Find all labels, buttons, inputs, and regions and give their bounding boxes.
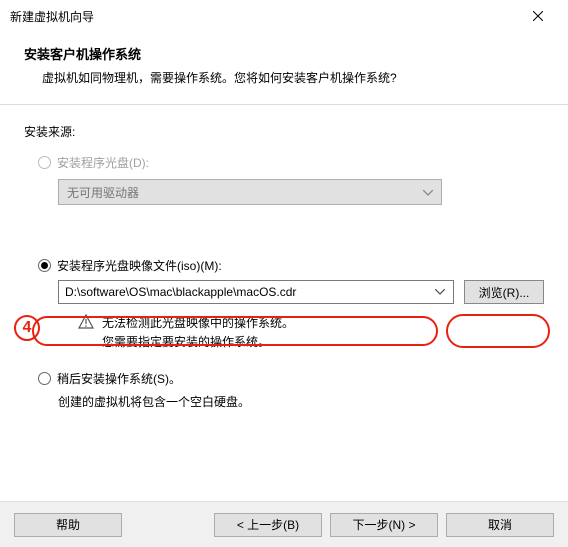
close-icon [533, 11, 543, 21]
radio-later-row[interactable]: 稍后安装操作系统(S)。 [38, 370, 544, 387]
browse-button[interactable]: 浏览(R)... [464, 280, 544, 304]
later-hint: 创建的虚拟机将包含一个空白硬盘。 [58, 393, 544, 410]
window-title: 新建虚拟机向导 [10, 8, 94, 25]
radio-later-label: 稍后安装操作系统(S)。 [57, 370, 181, 387]
disc-drive-combo: 无可用驱动器 [58, 179, 442, 205]
radio-disc-label: 安装程序光盘(D): [57, 154, 149, 171]
iso-input-row: D:\software\OS\mac\blackapple\macOS.cdr … [58, 280, 544, 304]
wizard-footer: 帮助 < 上一步(B) 下一步(N) > 取消 [0, 501, 568, 547]
cancel-button[interactable]: 取消 [446, 513, 554, 537]
iso-path-combo[interactable]: D:\software\OS\mac\blackapple\macOS.cdr [58, 280, 454, 304]
warning-icon [78, 314, 94, 333]
iso-path-value: D:\software\OS\mac\blackapple\macOS.cdr [65, 285, 431, 299]
radio-iso[interactable] [38, 259, 51, 272]
header-title: 安装客户机操作系统 [24, 44, 544, 63]
disc-combo-value: 无可用驱动器 [67, 184, 139, 201]
radio-iso-row[interactable]: 安装程序光盘映像文件(iso)(M): [38, 257, 544, 274]
radio-later[interactable] [38, 372, 51, 385]
warning-line1: 无法检测此光盘映像中的操作系统。 [102, 314, 294, 333]
titlebar: 新建虚拟机向导 [0, 0, 568, 30]
source-label: 安装来源: [24, 123, 544, 140]
close-button[interactable] [518, 4, 558, 28]
radio-iso-label: 安装程序光盘映像文件(iso)(M): [57, 257, 222, 274]
warning-text: 无法检测此光盘映像中的操作系统。 您需要指定要安装的操作系统。 [102, 314, 294, 352]
chevron-down-icon [423, 185, 433, 199]
header-description: 虚拟机如同物理机，需要操作系统。您将如何安装客户机操作系统? [42, 69, 544, 86]
wizard-content: 安装来源: 安装程序光盘(D): 无可用驱动器 安装程序光盘映像文件(iso)(… [0, 105, 568, 410]
radio-disc-row: 安装程序光盘(D): [38, 154, 544, 171]
annotation-badge: 4 [14, 315, 40, 341]
next-button[interactable]: 下一步(N) > [330, 513, 438, 537]
chevron-down-icon[interactable] [431, 289, 449, 295]
wizard-header: 安装客户机操作系统 虚拟机如同物理机，需要操作系统。您将如何安装客户机操作系统? [0, 30, 568, 105]
back-button[interactable]: < 上一步(B) [214, 513, 322, 537]
warning-line2: 您需要指定要安装的操作系统。 [102, 333, 294, 352]
radio-disc [38, 156, 51, 169]
warning-block: 无法检测此光盘映像中的操作系统。 您需要指定要安装的操作系统。 [78, 314, 544, 352]
help-button[interactable]: 帮助 [14, 513, 122, 537]
